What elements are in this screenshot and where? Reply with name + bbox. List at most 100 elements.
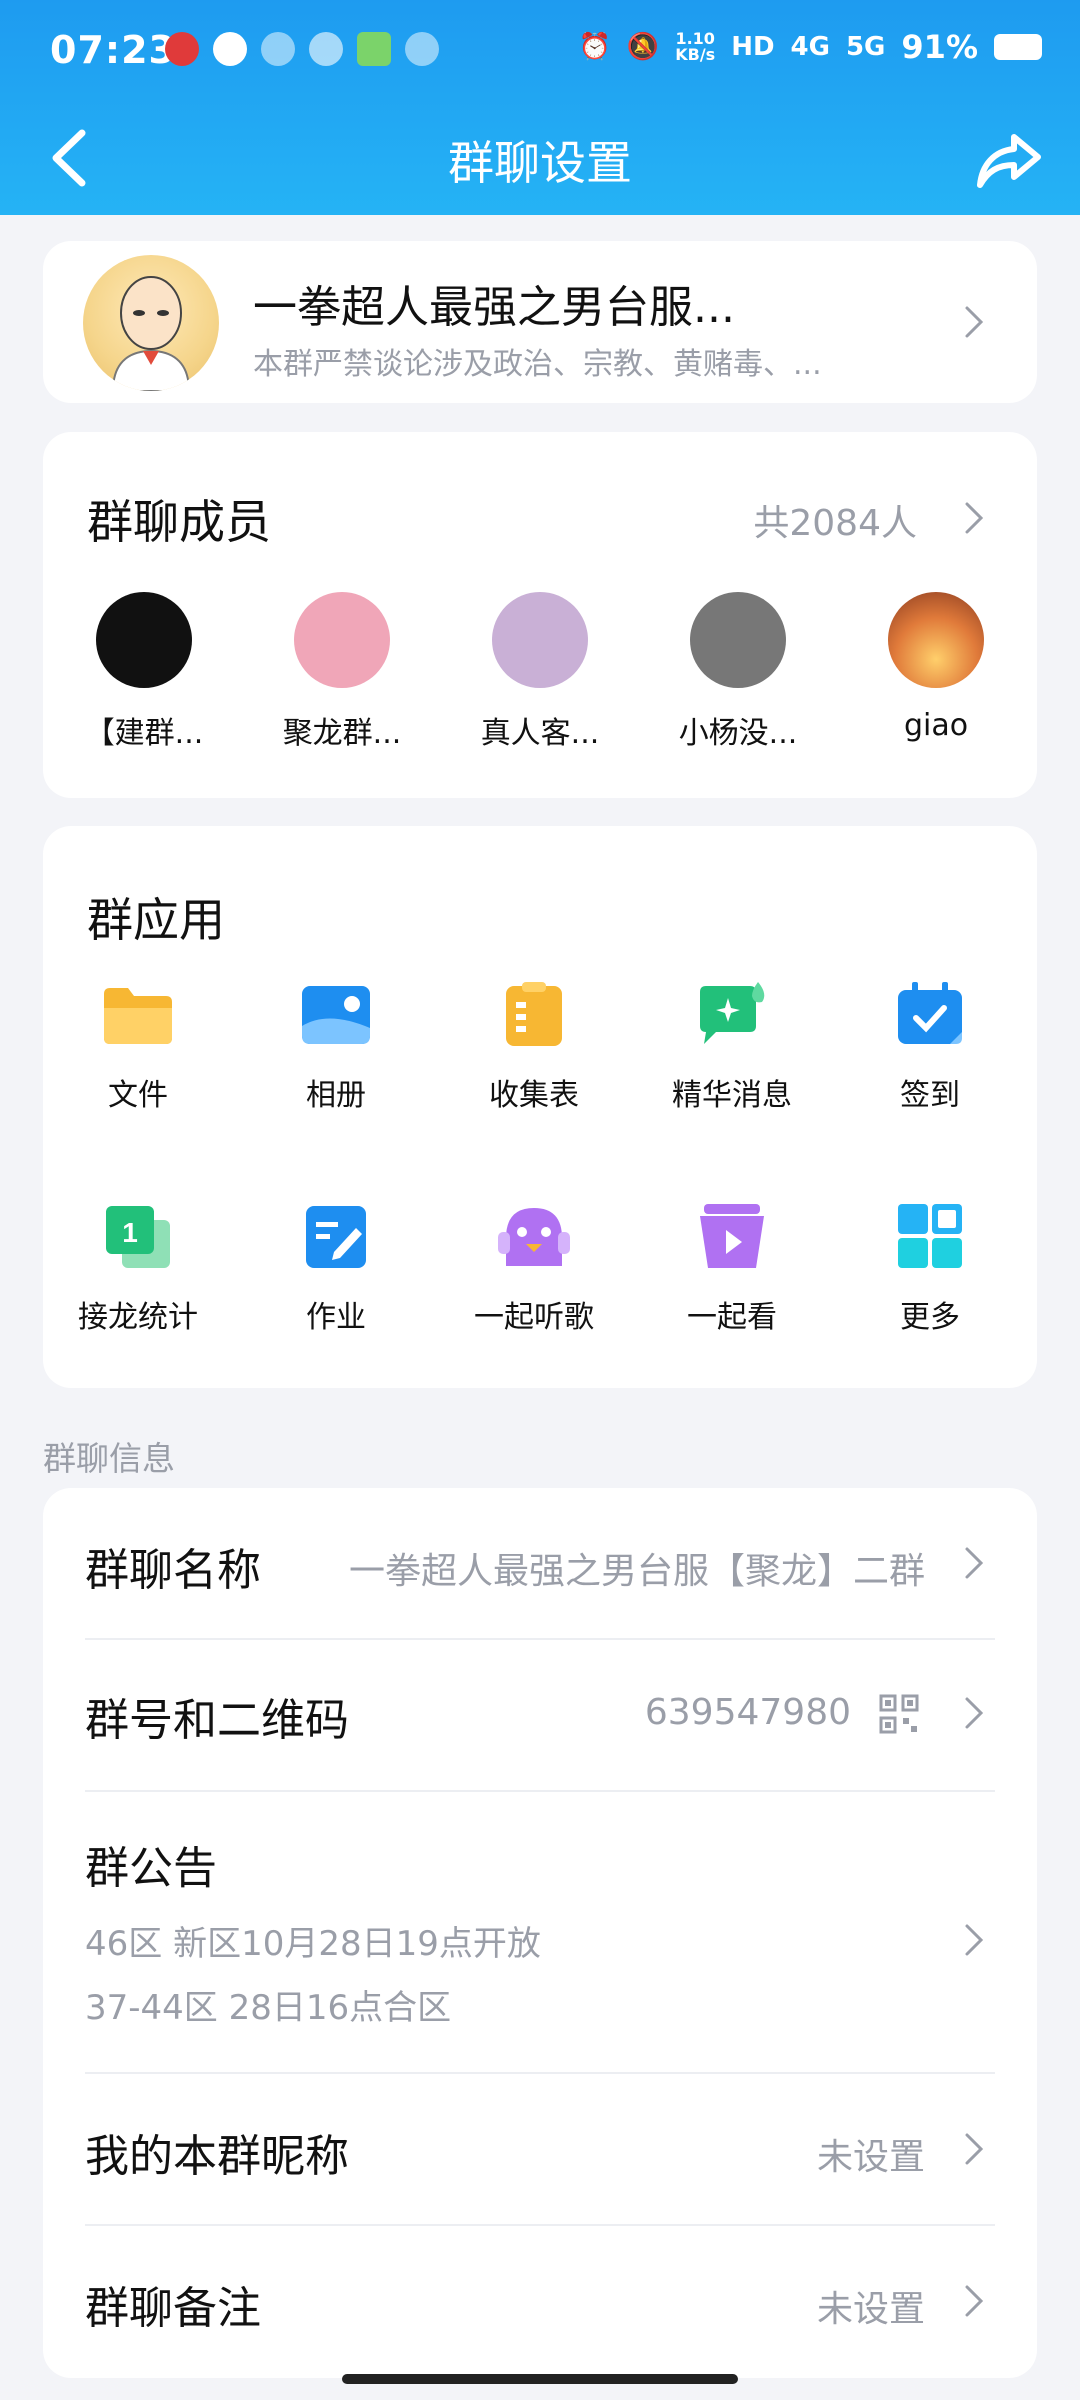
status-bar: 07:23 ⏰ 🔕 1.10 KB/s HD 4G 5G 91% — [0, 0, 1080, 105]
app-label: 签到 — [900, 1078, 960, 1113]
app-watch-together[interactable]: 一起看 — [637, 1202, 827, 1336]
row-value: 639547980 — [644, 1692, 851, 1733]
mute-icon: 🔕 — [626, 32, 660, 62]
group-name: 一拳超人最强之男台服... — [253, 282, 735, 333]
app-label: 更多 — [900, 1300, 960, 1335]
homework-icon — [298, 1202, 374, 1272]
row-label: 群公告 — [85, 1843, 217, 1894]
member-avatar — [690, 592, 786, 688]
hd-icon: HD — [731, 32, 775, 62]
relay-stat-icon: 1 — [100, 1202, 176, 1272]
member-item[interactable]: 真人客... — [455, 592, 625, 752]
nav-bar: 群聊设置 — [0, 105, 1080, 215]
notice-line: 46区 新区10月28日19点开放 — [85, 1924, 541, 1964]
netease-music-icon — [165, 32, 199, 66]
app-relay-stat[interactable]: 1 接龙统计 — [43, 1202, 233, 1336]
watch-together-icon — [694, 1202, 770, 1272]
app-label: 一起听歌 — [474, 1300, 594, 1335]
chevron-right-icon — [963, 304, 985, 340]
chevron-right-icon — [963, 1545, 985, 1581]
app-album[interactable]: 相册 — [241, 980, 431, 1114]
member-avatar — [294, 592, 390, 688]
app-essence-message[interactable]: 精华消息 — [637, 980, 827, 1114]
shield-icon — [357, 32, 391, 66]
chevron-right-icon — [963, 1695, 985, 1731]
status-right: ⏰ 🔕 1.10 KB/s HD 4G 5G 91% — [578, 28, 1042, 66]
member-name: giao — [903, 708, 969, 743]
qq-icon — [309, 32, 343, 66]
svg-text:1: 1 — [122, 1217, 138, 1248]
member-item[interactable]: 小杨没... — [653, 592, 823, 752]
battery-percent: 91% — [901, 28, 978, 66]
row-label: 群号和二维码 — [85, 1695, 349, 1746]
app-collection-form[interactable]: 收集表 — [439, 980, 629, 1114]
group-avatar — [83, 255, 219, 391]
app-label: 精华消息 — [672, 1078, 792, 1113]
header: 07:23 ⏰ 🔕 1.10 KB/s HD 4G 5G 91% 群聊设置 — [0, 0, 1080, 215]
home-indicator[interactable] — [342, 2374, 738, 2384]
row-label: 群聊备注 — [85, 2283, 261, 2334]
page-title: 群聊设置 — [448, 136, 632, 190]
section-label-group-info: 群聊信息 — [43, 1439, 175, 1478]
row-value: 未设置 — [816, 2137, 925, 2178]
tap-icon — [261, 32, 295, 66]
app-label: 收集表 — [489, 1078, 579, 1113]
app-listen-together[interactable]: 一起听歌 — [439, 1202, 629, 1336]
chevron-right-icon — [963, 2131, 985, 2167]
member-name: 聚龙群... — [282, 716, 402, 751]
status-app-icons — [165, 32, 439, 66]
row-label: 群聊名称 — [85, 1545, 261, 1596]
status-time: 07:23 — [50, 28, 176, 72]
member-avatar — [888, 592, 984, 688]
chevron-right-icon — [963, 2283, 985, 2319]
member-name: 小杨没... — [678, 716, 798, 751]
member-name: 【建群... — [84, 716, 204, 751]
members-count[interactable]: 共2084人 — [753, 494, 917, 546]
row-group-notice[interactable]: 群公告 46区 新区10月28日19点开放 37-44区 28日16点合区 — [43, 1792, 1037, 2074]
folder-icon — [100, 980, 176, 1050]
row-group-name[interactable]: 群聊名称 一拳超人最强之男台服【聚龙】二群 — [43, 1488, 1037, 1640]
share-icon — [977, 134, 1041, 188]
battery-icon — [994, 34, 1042, 60]
row-label: 我的本群昵称 — [85, 2131, 349, 2182]
members-title: 群聊成员 — [87, 495, 271, 549]
chevron-right-icon[interactable] — [963, 500, 985, 536]
member-name: 真人客... — [480, 716, 600, 751]
essence-message-icon — [694, 980, 770, 1050]
group-apps-card: 群应用 文件 相册 收集表 精华消息 签到 1 接龙统计 作业 一起听歌 一起看… — [43, 826, 1037, 1388]
group-profile-card[interactable]: 一拳超人最强之男台服... 本群严禁谈论涉及政治、宗教、黄赌毒、... — [43, 241, 1037, 403]
app-more[interactable]: 更多 — [835, 1202, 1025, 1336]
apps-title: 群应用 — [87, 893, 225, 947]
signal-4g-icon: 4G — [790, 32, 830, 62]
row-my-nickname[interactable]: 我的本群昵称 未设置 — [43, 2074, 1037, 2226]
app-label: 一起看 — [687, 1300, 777, 1335]
browser-icon — [405, 32, 439, 66]
app-homework[interactable]: 作业 — [241, 1202, 431, 1336]
group-info-card: 群聊名称 一拳超人最强之男台服【聚龙】二群 群号和二维码 639547980 群… — [43, 1488, 1037, 2378]
app-label: 文件 — [108, 1078, 168, 1113]
chevron-right-icon — [963, 1922, 985, 1958]
listen-together-icon — [496, 1202, 572, 1272]
app-checkin[interactable]: 签到 — [835, 980, 1025, 1114]
app-label: 相册 — [306, 1078, 366, 1113]
app-circle-icon — [213, 32, 247, 66]
member-avatar — [96, 592, 192, 688]
qrcode-icon — [879, 1694, 919, 1734]
app-file[interactable]: 文件 — [43, 980, 233, 1114]
member-avatar — [492, 592, 588, 688]
app-label: 作业 — [306, 1300, 366, 1335]
row-group-id-qrcode[interactable]: 群号和二维码 639547980 — [43, 1640, 1037, 1792]
member-item[interactable]: 【建群... — [59, 592, 229, 752]
more-grid-icon — [892, 1202, 968, 1272]
network-speed: 1.10 KB/s — [675, 29, 716, 64]
group-description: 本群严禁谈论涉及政治、宗教、黄赌毒、... — [253, 347, 822, 382]
notice-line: 37-44区 28日16点合区 — [85, 1988, 452, 2028]
row-value: 未设置 — [816, 2289, 925, 2330]
row-value: 一拳超人最强之男台服【聚龙】二群 — [348, 1551, 925, 1592]
share-button[interactable] — [970, 121, 1050, 201]
row-group-remark[interactable]: 群聊备注 未设置 — [43, 2226, 1037, 2376]
member-item[interactable]: giao — [851, 592, 1021, 743]
member-item[interactable]: 聚龙群... — [257, 592, 427, 752]
clipboard-icon — [496, 980, 572, 1050]
alarm-icon: ⏰ — [578, 32, 611, 62]
